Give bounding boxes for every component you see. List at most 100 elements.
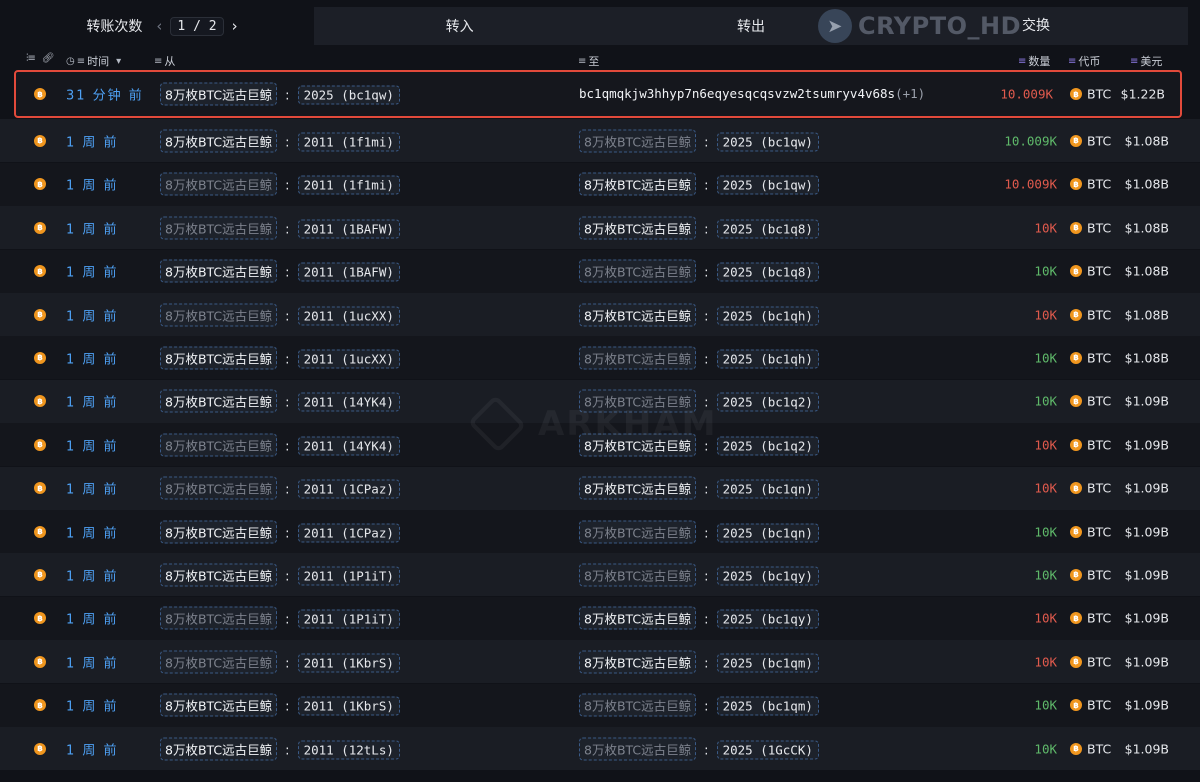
from-entity[interactable]: 8万枚BTC远古巨鲸 (160, 476, 278, 500)
header-usd[interactable]: ≡ 美元 (1130, 53, 1162, 69)
row-token[interactable]: BTC (1087, 481, 1111, 496)
row-to[interactable]: 8万枚BTC远古巨鲸:2025 (bc1qy) (579, 606, 819, 630)
to-entity[interactable]: 8万枚BTC远古巨鲸 (579, 476, 697, 500)
to-address[interactable]: 2025 (bc1qy) (716, 609, 819, 629)
from-entity[interactable]: 8万枚BTC远古巨鲸 (160, 129, 278, 153)
from-entity[interactable]: 8万枚BTC远古巨鲸 (160, 303, 278, 326)
header-token[interactable]: ≡ 代币 (1068, 53, 1100, 69)
to-address[interactable]: 2025 (bc1q2) (716, 436, 819, 456)
row-to[interactable]: 8万枚BTC远古巨鲸:2025 (bc1qw) (579, 129, 819, 153)
to-address[interactable]: 2025 (bc1q8) (716, 219, 819, 239)
row-time[interactable]: 1 周 前 (66, 262, 119, 281)
tab-in[interactable]: 转入 (314, 16, 605, 36)
row-token[interactable]: BTC (1087, 133, 1111, 148)
row-to[interactable]: 8万枚BTC远古巨鲸:2025 (bc1qh) (579, 303, 819, 326)
table-row[interactable]: ฿ 1 周 前 8万枚BTC远古巨鲸:2011 (1f1mi) 8万枚BTC远古巨鲸:… (0, 119, 1200, 163)
from-entity[interactable]: 8万枚BTC远古巨鲸 (160, 82, 278, 106)
row-time[interactable]: 1 周 前 (66, 218, 119, 237)
row-token[interactable]: BTC (1087, 437, 1111, 452)
to-address[interactable]: 2025 (1GcCK) (716, 740, 819, 759)
row-time[interactable]: 1 周 前 (66, 696, 119, 715)
table-row[interactable]: ฿ 1 周 前 8万枚BTC远古巨鲸:2011 (1CPaz) 8万枚BTC远古巨鲸:… (0, 510, 1200, 553)
to-address[interactable]: 2025 (bc1qm) (716, 696, 819, 716)
from-entity[interactable]: 8万枚BTC远古巨鲸 (160, 346, 278, 370)
from-address[interactable]: 2011 (1ucXX) (297, 306, 400, 325)
row-to[interactable]: bc1qmqkjw3hhyp7n6eqyesqcqsvzw2tsumryv4v6… (579, 86, 925, 102)
from-entity[interactable]: 8万枚BTC远古巨鲸 (160, 259, 278, 283)
from-address[interactable]: 2011 (1P1iT) (297, 566, 400, 586)
row-time[interactable]: 31 分钟 前 (66, 85, 144, 104)
row-from[interactable]: 8万枚BTC远古巨鲸:2011 (14YK4) (160, 389, 400, 413)
row-from[interactable]: 8万枚BTC远古巨鲸:2011 (1KbrS) (160, 650, 400, 674)
from-address[interactable]: 2011 (14YK4) (297, 436, 400, 456)
header-time[interactable]: ◷ ≡ 时间 ▾ (66, 53, 121, 69)
from-address[interactable]: 2011 (1BAFW) (297, 219, 400, 239)
to-address[interactable]: 2025 (bc1q8) (716, 262, 819, 282)
row-token[interactable]: BTC (1087, 654, 1111, 669)
from-address[interactable]: 2011 (1KbrS) (297, 653, 400, 673)
from-address[interactable]: 2011 (1CPaz) (297, 479, 400, 499)
tab-exchange[interactable]: 交换 (1022, 7, 1050, 45)
row-from[interactable]: 8万枚BTC远古巨鲸:2011 (1BAFW) (160, 216, 400, 240)
to-address[interactable]: 2025 (bc1qw) (716, 132, 819, 152)
row-to[interactable]: 8万枚BTC远古巨鲸:2025 (bc1q8) (579, 259, 819, 283)
to-entity[interactable]: 8万枚BTC远古巨鲸 (579, 563, 697, 587)
row-time[interactable]: 1 周 前 (66, 435, 119, 454)
to-entity[interactable]: 8万枚BTC远古巨鲸 (579, 259, 697, 283)
row-token[interactable]: BTC (1087, 264, 1111, 279)
table-row[interactable]: ฿ 1 周 前 8万枚BTC远古巨鲸:2011 (1CPaz) 8万枚BTC远古巨鲸:… (0, 466, 1200, 510)
from-entity[interactable]: 8万枚BTC远古巨鲸 (160, 216, 278, 240)
row-to[interactable]: 8万枚BTC远古巨鲸:2025 (bc1qm) (579, 693, 819, 717)
row-time[interactable]: 1 周 前 (66, 609, 119, 628)
row-token[interactable]: BTC (1087, 177, 1111, 192)
row-time[interactable]: 1 周 前 (66, 652, 119, 671)
row-from[interactable]: 8万枚BTC远古巨鲸:2011 (1f1mi) (160, 172, 400, 196)
row-token[interactable]: BTC (1087, 87, 1111, 102)
row-from[interactable]: 8万枚BTC远古巨鲸:2011 (12tLs) (160, 737, 400, 760)
to-address[interactable]: 2025 (bc1qh) (716, 306, 819, 325)
row-to[interactable]: 8万枚BTC远古巨鲸:2025 (bc1q8) (579, 216, 819, 240)
to-entity[interactable]: 8万枚BTC远古巨鲸 (579, 737, 697, 760)
row-from[interactable]: 8万枚BTC远古巨鲸:2011 (1ucXX) (160, 303, 400, 326)
to-entity[interactable]: 8万枚BTC远古巨鲸 (579, 650, 697, 674)
from-entity[interactable]: 8万枚BTC远古巨鲸 (160, 172, 278, 196)
from-address[interactable]: 2011 (1KbrS) (297, 696, 400, 716)
row-to[interactable]: 8万枚BTC远古巨鲸:2025 (bc1q2) (579, 389, 819, 413)
to-entity[interactable]: 8万枚BTC远古巨鲸 (579, 172, 697, 196)
row-token[interactable]: BTC (1087, 307, 1111, 322)
row-token[interactable]: BTC (1087, 350, 1111, 365)
row-from[interactable]: 8万枚BTC远古巨鲸:2011 (14YK4) (160, 433, 400, 457)
from-entity[interactable]: 8万枚BTC远古巨鲸 (160, 433, 278, 457)
table-row[interactable]: ฿ 1 周 前 8万枚BTC远古巨鲸:2011 (14YK4) 8万枚BTC远古巨鲸:… (0, 423, 1200, 467)
row-to[interactable]: 8万枚BTC远古巨鲸:2025 (bc1qw) (579, 172, 819, 196)
table-row[interactable]: ฿ 1 周 前 8万枚BTC远古巨鲸:2011 (12tLs) 8万枚BTC远古巨鲸:… (0, 727, 1200, 770)
row-token[interactable]: BTC (1087, 220, 1111, 235)
table-row[interactable]: ฿ 1 周 前 8万枚BTC远古巨鲸:2011 (14YK4) 8万枚BTC远古巨鲸:… (0, 379, 1200, 423)
chevron-right-icon[interactable]: › (232, 17, 238, 35)
to-entity[interactable]: 8万枚BTC远古巨鲸 (579, 520, 697, 543)
table-row[interactable]: ฿ 1 周 前 8万枚BTC远古巨鲸:2011 (1KbrS) 8万枚BTC远古巨鲸:… (0, 640, 1200, 684)
table-row[interactable]: ฿ 31 分钟 前 8万枚BTC远古巨鲸:2025 (bc1qw) bc1qmqkjw… (14, 70, 1182, 118)
to-entity[interactable]: 8万枚BTC远古巨鲸 (579, 346, 697, 370)
row-to[interactable]: 8万枚BTC远古巨鲸:2025 (bc1qh) (579, 346, 819, 370)
row-from[interactable]: 8万枚BTC远古巨鲸:2011 (1CPaz) (160, 476, 400, 500)
row-from[interactable]: 8万枚BTC远古巨鲸:2011 (1P1iT) (160, 606, 400, 630)
row-to[interactable]: 8万枚BTC远古巨鲸:2025 (bc1qm) (579, 650, 819, 674)
row-time[interactable]: 1 周 前 (66, 392, 119, 411)
from-entity[interactable]: 8万枚BTC远古巨鲸 (160, 737, 278, 760)
row-from[interactable]: 8万枚BTC远古巨鲸:2025 (bc1qw) (160, 82, 400, 106)
from-address[interactable]: 2011 (12tLs) (297, 740, 400, 759)
row-time[interactable]: 1 周 前 (66, 522, 119, 541)
from-address[interactable]: 2025 (bc1qw) (297, 85, 400, 105)
table-row[interactable]: ฿ 1 周 前 8万枚BTC远古巨鲸:2011 (1BAFW) 8万枚BTC远古巨鲸:… (0, 206, 1200, 250)
to-address[interactable]: 2025 (bc1qy) (716, 566, 819, 586)
row-time[interactable]: 1 周 前 (66, 739, 119, 758)
from-entity[interactable]: 8万枚BTC远古巨鲸 (160, 606, 278, 630)
to-entity[interactable]: 8万枚BTC远古巨鲸 (579, 433, 697, 457)
row-token[interactable]: BTC (1087, 611, 1111, 626)
row-time[interactable]: 1 周 前 (66, 131, 119, 150)
from-address[interactable]: 2011 (1f1mi) (297, 132, 400, 152)
from-entity[interactable]: 8万枚BTC远古巨鲸 (160, 650, 278, 674)
row-time[interactable]: 1 周 前 (66, 479, 119, 498)
to-address[interactable]: 2025 (bc1qn) (716, 523, 819, 542)
